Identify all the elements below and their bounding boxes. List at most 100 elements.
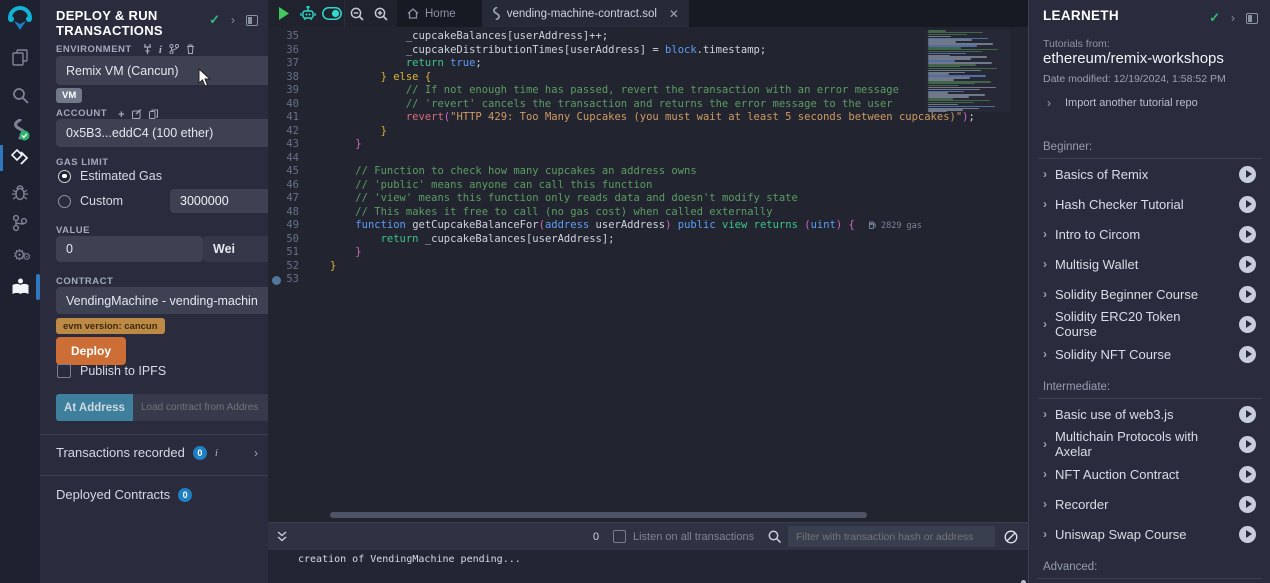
value-input[interactable]: 0 xyxy=(56,236,203,262)
play-tutorial-icon[interactable] xyxy=(1239,406,1256,423)
tab-home[interactable]: Home xyxy=(397,0,466,27)
expand-tutorial-icon[interactable]: › xyxy=(1043,227,1047,241)
file-explorer-icon[interactable] xyxy=(0,42,40,72)
delete-env-icon[interactable] xyxy=(186,44,195,54)
listen-checkbox[interactable] xyxy=(613,530,626,543)
fork-env-icon[interactable] xyxy=(169,44,179,54)
import-tutorial-repo[interactable]: › Import another tutorial repo xyxy=(1047,96,1198,110)
play-tutorial-icon[interactable] xyxy=(1239,526,1256,543)
transactions-expand-icon[interactable]: › xyxy=(254,446,258,460)
ai-assistant-icon[interactable] xyxy=(296,0,320,27)
custom-gas-radio[interactable] xyxy=(58,195,71,208)
expand-tutorial-icon[interactable]: › xyxy=(1043,347,1047,361)
debugger-icon[interactable] xyxy=(0,177,40,207)
pin-panel-icon[interactable] xyxy=(1246,13,1258,24)
estimated-gas-radio[interactable] xyxy=(58,170,71,183)
play-tutorial-icon[interactable] xyxy=(1239,316,1256,333)
line-number[interactable]: 44 xyxy=(268,152,312,166)
line-number[interactable]: 41 xyxy=(268,111,312,125)
play-tutorial-icon[interactable] xyxy=(1239,196,1256,213)
publish-to-ipfs-option[interactable]: Publish to IPFS xyxy=(57,364,166,378)
expand-tutorial-icon[interactable]: › xyxy=(1043,257,1047,271)
play-tutorial-icon[interactable] xyxy=(1239,496,1256,513)
estimated-gas-option[interactable]: Estimated Gas xyxy=(58,169,162,183)
collapse-panel-icon[interactable]: › xyxy=(231,13,235,27)
play-tutorial-icon[interactable] xyxy=(1239,256,1256,273)
publish-ipfs-checkbox[interactable] xyxy=(57,364,71,378)
close-tab-icon[interactable]: ✕ xyxy=(669,7,679,21)
line-number[interactable]: 46 xyxy=(268,179,312,193)
tutorial-item-basics-of-remix[interactable]: ›Basics of Remix xyxy=(1037,159,1262,189)
play-tutorial-icon[interactable] xyxy=(1239,346,1256,363)
tutorial-item-uniswap-swap-course[interactable]: ›Uniswap Swap Course xyxy=(1037,519,1262,549)
tutorial-item-solidity-beginner-course[interactable]: ›Solidity Beginner Course xyxy=(1037,279,1262,309)
line-number[interactable]: 47 xyxy=(268,192,312,206)
plug-icon[interactable] xyxy=(143,44,152,54)
line-number[interactable]: 42 xyxy=(268,125,312,139)
tutorial-item-all-about-proxy-contracts[interactable]: ›All about Proxy Contracts xyxy=(1037,579,1262,583)
line-number[interactable]: 48 xyxy=(268,206,312,220)
play-tutorial-icon[interactable] xyxy=(1239,286,1256,303)
line-number[interactable]: 45 xyxy=(268,165,312,179)
line-number[interactable]: 43 xyxy=(268,138,312,152)
tutorial-item-solidity-erc20-token-course[interactable]: ›Solidity ERC20 Token Course xyxy=(1037,309,1262,339)
at-address-button[interactable]: At Address xyxy=(56,394,133,421)
env-info-icon[interactable]: i xyxy=(159,44,163,56)
deploy-and-run-icon[interactable] xyxy=(0,143,40,173)
remix-logo-icon[interactable] xyxy=(0,4,40,34)
zoom-out-icon[interactable] xyxy=(345,0,369,27)
transactions-recorded-row[interactable]: Transactions recorded 0 i › xyxy=(56,445,258,460)
deploy-button[interactable]: Deploy xyxy=(56,337,126,365)
collapse-terminal-icon[interactable] xyxy=(270,523,294,550)
pin-panel-icon[interactable] xyxy=(246,15,258,26)
code-editor[interactable]: 35 _cupcakeBalances[userAddress]++;36 _c… xyxy=(268,27,1028,512)
copy-account-icon[interactable] xyxy=(149,109,158,119)
line-number[interactable]: 40 xyxy=(268,98,312,112)
search-icon[interactable] xyxy=(0,80,40,110)
line-number[interactable]: 52 xyxy=(268,260,312,274)
run-script-icon[interactable] xyxy=(272,0,296,27)
line-number[interactable]: 51 xyxy=(268,246,312,260)
expand-tutorial-icon[interactable]: › xyxy=(1043,407,1047,421)
expand-tutorial-icon[interactable]: › xyxy=(1043,437,1047,451)
learneth-icon[interactable] xyxy=(0,272,40,302)
contract-select[interactable]: VendingMachine - vending-machin xyxy=(56,287,290,314)
line-number[interactable]: 39 xyxy=(268,84,312,98)
tutorial-item-intro-to-circom[interactable]: ›Intro to Circom xyxy=(1037,219,1262,249)
solidity-compiler-icon[interactable] xyxy=(0,115,40,145)
tutorial-item-solidity-nft-course[interactable]: ›Solidity NFT Course xyxy=(1037,339,1262,369)
zoom-in-icon[interactable] xyxy=(369,0,393,27)
expand-tutorial-icon[interactable]: › xyxy=(1043,287,1047,301)
terminal-filter-input[interactable] xyxy=(788,526,995,547)
expand-tutorial-icon[interactable]: › xyxy=(1043,467,1047,481)
tutorial-item-basic-use-of-web3-js[interactable]: ›Basic use of web3.js xyxy=(1037,399,1262,429)
play-tutorial-icon[interactable] xyxy=(1239,166,1256,183)
play-tutorial-icon[interactable] xyxy=(1239,436,1256,453)
minimap[interactable] xyxy=(925,30,1010,112)
plugin-manager-icon[interactable]: ⚙⚙ xyxy=(0,240,40,270)
account-select[interactable]: 0x5B3...eddC4 (100 ether) xyxy=(56,119,290,147)
line-number[interactable]: 35 xyxy=(268,30,312,44)
expand-tutorial-icon[interactable]: › xyxy=(1043,497,1047,511)
expand-tutorial-icon[interactable]: › xyxy=(1043,197,1047,211)
play-tutorial-icon[interactable] xyxy=(1239,466,1256,483)
listen-all-transactions[interactable]: Listen on all transactions xyxy=(613,530,754,543)
line-number[interactable]: 38 xyxy=(268,71,312,85)
line-number[interactable]: 37 xyxy=(268,57,312,71)
sign-message-icon[interactable] xyxy=(132,109,142,119)
line-number[interactable]: 36 xyxy=(268,44,312,58)
expand-tutorial-icon[interactable]: › xyxy=(1043,527,1047,541)
line-number[interactable]: 49 xyxy=(268,219,312,233)
source-control-icon[interactable] xyxy=(0,208,40,238)
transactions-info-icon[interactable]: i xyxy=(215,447,218,459)
tab-vending-machine-contract[interactable]: vending-machine-contract.sol ✕ xyxy=(482,0,689,27)
tutorial-item-hash-checker-tutorial[interactable]: ›Hash Checker Tutorial xyxy=(1037,189,1262,219)
collapse-panel-icon[interactable]: › xyxy=(1231,11,1235,25)
tutorial-item-nft-auction-contract[interactable]: ›NFT Auction Contract xyxy=(1037,459,1262,489)
horizontal-scrollbar[interactable] xyxy=(330,512,867,518)
environment-select[interactable]: Remix VM (Cancun) xyxy=(56,56,290,85)
breakpoint-dot[interactable] xyxy=(272,276,281,285)
copilot-toggle-icon[interactable] xyxy=(320,0,344,27)
clear-terminal-icon[interactable] xyxy=(1004,530,1018,544)
terminal-search-icon[interactable] xyxy=(768,530,781,543)
